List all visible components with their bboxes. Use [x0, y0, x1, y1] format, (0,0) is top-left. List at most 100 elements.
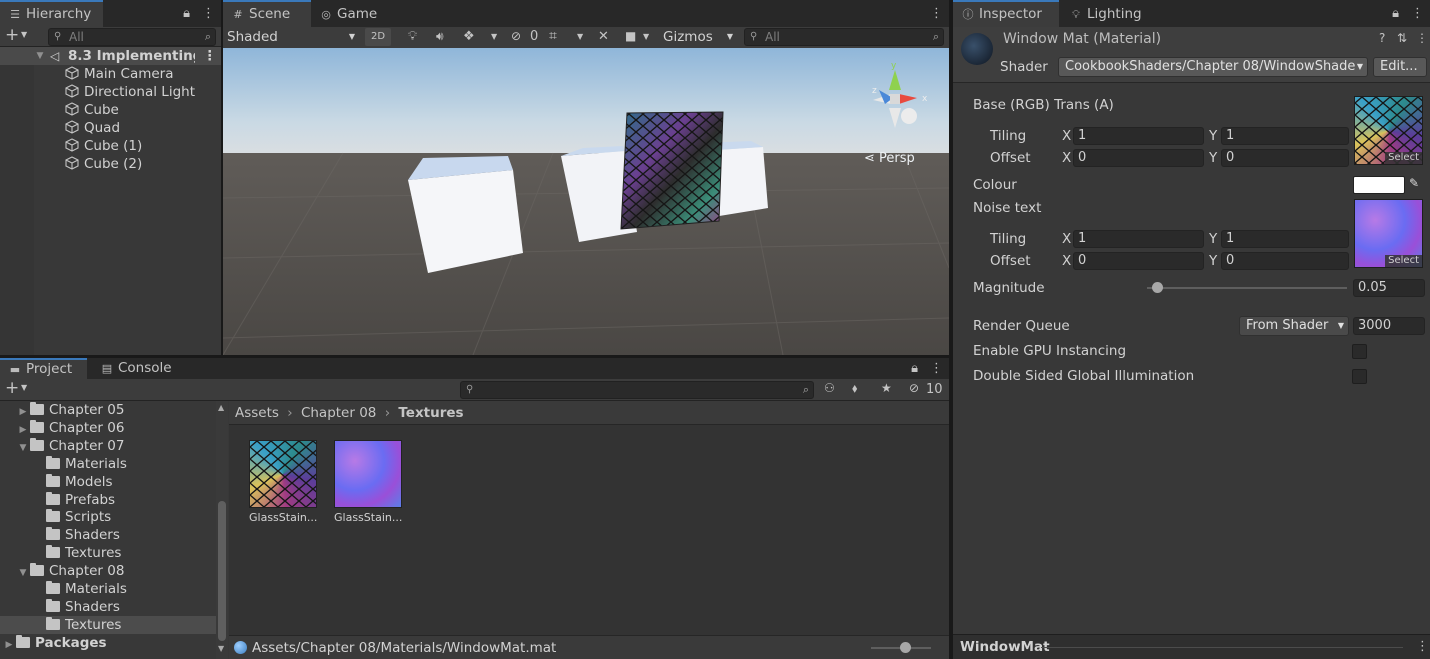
tab-console[interactable]: ▤ Console: [92, 358, 182, 379]
double-sided-gi-checkbox[interactable]: [1352, 369, 1367, 384]
folder-tree-item[interactable]: ▶ Chapter 05: [0, 401, 216, 419]
gpu-instancing-checkbox[interactable]: [1352, 344, 1367, 359]
effects-toggle-icon[interactable]: ❖: [463, 29, 475, 44]
base-offset-x-field[interactable]: 0: [1073, 149, 1204, 167]
tab-project[interactable]: ▬ Project: [0, 358, 87, 379]
more-menu-icon[interactable]: ⋮: [203, 47, 217, 65]
tab-lighting[interactable]: 💡︎ Lighting: [1061, 0, 1161, 27]
breadcrumb-chapter08[interactable]: Chapter 08: [301, 405, 376, 421]
add-icon[interactable]: +: [5, 25, 19, 45]
grid-snap-icon[interactable]: ⌗: [549, 28, 557, 44]
folder-tree-item[interactable]: Shaders: [0, 526, 216, 544]
favorite-star-icon[interactable]: ★: [881, 381, 892, 395]
tab-hierarchy[interactable]: ☰ Hierarchy: [0, 0, 103, 27]
gizmos-dropdown[interactable]: Gizmos ▼: [663, 28, 733, 46]
chevron-down-icon[interactable]: ▼: [577, 32, 583, 41]
hierarchy-item[interactable]: Quad: [65, 119, 120, 137]
search-filter-icon[interactable]: ⌕: [803, 382, 809, 398]
folder-tree-item[interactable]: Prefabs: [0, 491, 216, 509]
hierarchy-search-input[interactable]: ⚲ All ⌕: [48, 28, 216, 46]
render-queue-dropdown[interactable]: From Shader ▼: [1239, 316, 1349, 336]
folder-tree-item[interactable]: Scripts: [0, 508, 216, 526]
tab-scene[interactable]: # Scene: [223, 0, 311, 27]
noise-offset-y-field[interactable]: 0: [1221, 252, 1349, 270]
folder-tree-item[interactable]: ▶ Chapter 06: [0, 419, 216, 437]
noise-offset-x-field[interactable]: 0: [1073, 252, 1204, 270]
shading-mode-dropdown[interactable]: Shaded ▼: [227, 28, 357, 46]
folder-tree-item[interactable]: ▼ Chapter 08: [0, 562, 216, 580]
colour-swatch[interactable]: [1353, 176, 1405, 194]
base-offset-y-field[interactable]: 0: [1221, 149, 1349, 167]
scroll-thumb[interactable]: [218, 501, 226, 641]
chevron-down-icon[interactable]: ▼: [21, 383, 27, 392]
lighting-toggle-icon[interactable]: 💡︎: [408, 29, 417, 44]
breadcrumb-assets[interactable]: Assets: [235, 405, 279, 421]
lock-icon[interactable]: 🔒︎: [183, 6, 190, 21]
folder-tree-item[interactable]: Shaders: [0, 598, 216, 616]
magnitude-slider-track[interactable]: [1147, 287, 1347, 289]
projection-toggle[interactable]: ⋖ Persp: [864, 151, 915, 166]
edit-shader-button[interactable]: Edit...: [1373, 57, 1427, 77]
search-filter-icon[interactable]: ⌕: [933, 29, 939, 45]
base-tiling-x-field[interactable]: 1: [1073, 127, 1204, 145]
noise-texture-select[interactable]: Select: [1385, 255, 1422, 267]
chevron-down-icon[interactable]: ▼: [21, 30, 27, 39]
icon-size-slider-handle[interactable]: [900, 642, 911, 653]
render-queue-field[interactable]: 3000: [1353, 317, 1425, 335]
lock-icon[interactable]: 🔒︎: [1392, 6, 1399, 21]
scroll-up-icon[interactable]: ▲: [218, 403, 224, 412]
more-menu-icon[interactable]: ⋮: [1411, 6, 1424, 21]
tools-icon[interactable]: ✕: [598, 29, 609, 44]
audio-toggle-icon[interactable]: 🔊︎: [436, 29, 444, 44]
toggle-2d-button[interactable]: 2D: [365, 28, 391, 46]
orientation-gizmo[interactable]: y x z: [855, 60, 935, 140]
magnitude-slider-handle[interactable]: [1152, 282, 1163, 293]
more-menu-icon[interactable]: ⋮: [202, 6, 215, 21]
base-tiling-y-field[interactable]: 1: [1221, 127, 1349, 145]
more-menu-icon[interactable]: ⋮: [1416, 31, 1428, 45]
scene-search-input[interactable]: ⚲ All ⌕: [744, 28, 944, 46]
hierarchy-item[interactable]: Main Camera: [65, 65, 174, 83]
more-menu-icon[interactable]: ⋮: [930, 6, 943, 21]
breadcrumb-textures[interactable]: Textures: [398, 405, 463, 421]
help-icon[interactable]: ?: [1379, 31, 1385, 45]
scene-root-row[interactable]: ▼ ◁ 8.3 Implementing a ⋮: [0, 47, 221, 65]
expand-arrow-icon[interactable]: ▶: [2, 636, 16, 654]
folder-tree-item[interactable]: ▶ Packages: [0, 634, 216, 652]
search-filter-icon[interactable]: ⌕: [205, 29, 211, 45]
preset-icon[interactable]: ⇅: [1397, 31, 1407, 45]
hierarchy-item[interactable]: Directional Light: [65, 83, 195, 101]
magnitude-field[interactable]: 0.05: [1353, 279, 1425, 297]
base-texture-slot[interactable]: Select: [1354, 96, 1423, 165]
shader-dropdown[interactable]: CookbookShaders/Chapter 08/WindowShade ▼: [1058, 57, 1368, 77]
hierarchy-item[interactable]: Cube (2): [65, 155, 142, 173]
visibility-icon[interactable]: ⊘: [909, 381, 919, 395]
folder-tree-item[interactable]: Materials: [0, 580, 216, 598]
eyedropper-icon[interactable]: ✎: [1409, 176, 1419, 190]
base-texture-select[interactable]: Select: [1385, 152, 1422, 164]
add-icon[interactable]: +: [5, 378, 19, 398]
tab-inspector[interactable]: ⓘ Inspector: [953, 0, 1059, 27]
more-menu-icon[interactable]: ⋮: [1416, 639, 1429, 654]
tab-game[interactable]: ◎ Game: [311, 0, 391, 27]
search-by-label-icon[interactable]: ⬧: [852, 381, 857, 396]
noise-texture-slot[interactable]: Select: [1354, 199, 1423, 268]
hierarchy-item[interactable]: Cube (1): [65, 137, 142, 155]
folder-tree-item[interactable]: ▼ Chapter 07: [0, 437, 216, 455]
noise-tiling-x-field[interactable]: 1: [1073, 230, 1204, 248]
camera-icon[interactable]: ■: [625, 29, 636, 43]
scene-viewport[interactable]: y x z ⋖ Persp: [223, 48, 949, 355]
scroll-down-icon[interactable]: ▼: [218, 644, 224, 653]
hierarchy-item[interactable]: Cube: [65, 101, 119, 119]
tree-scrollbar[interactable]: ▲ ▼: [216, 401, 228, 659]
expand-arrow-icon[interactable]: ▼: [33, 47, 47, 65]
chevron-down-icon[interactable]: ▼: [491, 32, 497, 41]
folder-tree-item[interactable]: Textures: [0, 615, 216, 634]
search-by-type-icon[interactable]: ⚇: [824, 381, 835, 395]
folder-tree-item[interactable]: Textures: [0, 544, 216, 562]
folder-tree-item[interactable]: Materials: [0, 455, 216, 473]
project-search-input[interactable]: ⚲ ⌕: [460, 381, 814, 399]
asset-item[interactable]: GlassStain...: [334, 440, 402, 524]
folder-tree-item[interactable]: Models: [0, 473, 216, 491]
visibility-icon[interactable]: ⊘: [511, 29, 521, 43]
